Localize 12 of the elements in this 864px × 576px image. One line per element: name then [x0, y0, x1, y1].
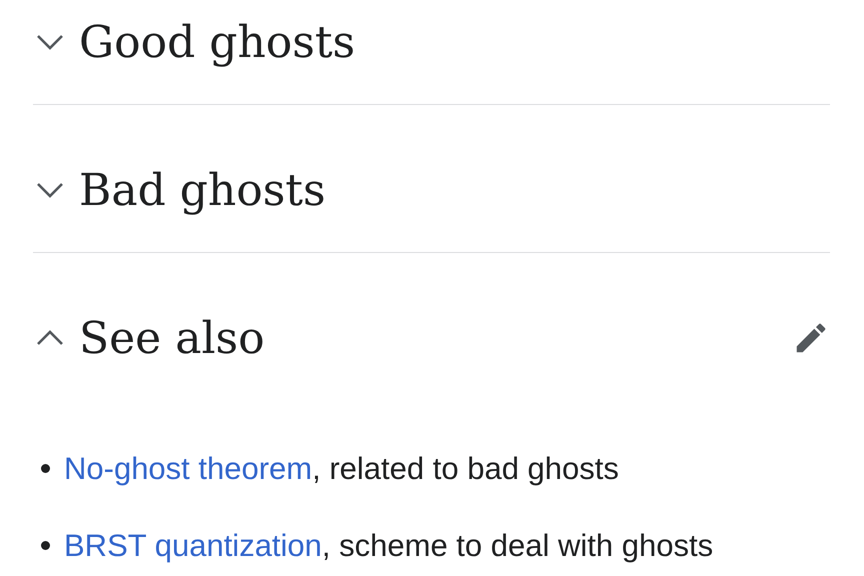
section-heading[interactable]: See also: [79, 312, 265, 364]
article-link[interactable]: No-ghost theorem: [64, 450, 312, 486]
bullet-icon: [41, 464, 50, 473]
chevron-down-icon[interactable]: [35, 181, 65, 199]
bullet-icon: [41, 541, 50, 550]
chevron-up-icon[interactable]: [35, 329, 65, 347]
article-link[interactable]: BRST quantization: [64, 528, 322, 562]
section-heading[interactable]: Bad ghosts: [79, 164, 326, 216]
list-item-text: No-ghost theorem, related to bad ghosts: [64, 450, 619, 486]
section-heading[interactable]: Good ghosts: [79, 16, 356, 68]
chevron-down-icon[interactable]: [35, 33, 65, 51]
list-item-text: BRST quantization, scheme to deal with ghosts: [64, 528, 714, 564]
